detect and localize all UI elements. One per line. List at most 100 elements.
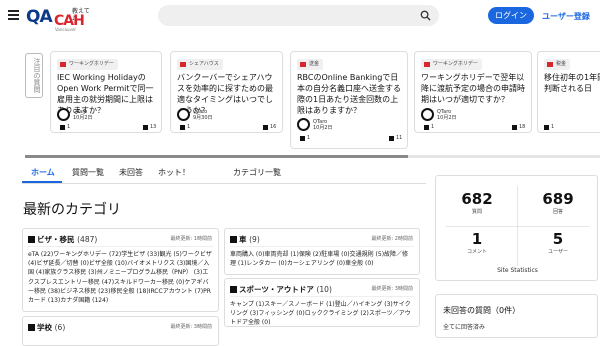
post-date: 9月30日 — [193, 115, 213, 121]
answer-icon — [180, 125, 185, 130]
last-updated: 最終更新: 2時間前 — [371, 236, 413, 242]
category-box: ビザ・移民 (487) 最終更新: 1時間前 eTA (22)ワーキングホリデー… — [22, 228, 219, 312]
category-title[interactable]: 車 (9) — [230, 234, 260, 245]
divider — [446, 226, 589, 227]
answer-count: 1 — [187, 124, 191, 130]
stat-label: 回答 — [552, 209, 563, 215]
category-tag[interactable]: シェアハウス — [177, 59, 223, 70]
category-tag[interactable]: ワーキングホリデー — [57, 59, 118, 70]
stat-value: 682 — [461, 190, 493, 208]
featured-card[interactable]: 税金 移住初年の1年間のみ居住者と判断される日 1 — [537, 51, 600, 133]
unanswered-status: 全てに回答済み — [443, 324, 486, 331]
flag-icon — [547, 62, 553, 67]
flag-icon — [180, 62, 186, 67]
last-updated: 最終更新: 3時間前 — [371, 286, 413, 292]
category-box: 学校 (6) 最終更新: 3時間前 — [22, 316, 219, 346]
category-title[interactable]: スポーツ・アウトドア (10) — [230, 284, 332, 295]
view-count: 18 — [519, 124, 526, 130]
answer-count: 1 — [431, 124, 435, 130]
avatar — [421, 108, 434, 121]
answer-icon — [300, 136, 305, 141]
featured-card[interactable]: 送金 RBCのOnline Bankingで日本の自分名義口座へ送金する際の1日… — [290, 51, 408, 149]
tab-home[interactable]: ホーム — [31, 167, 55, 178]
view-icon — [263, 125, 268, 130]
category-title[interactable]: ビザ・移民 (487) — [28, 234, 97, 245]
logo-main: QA — [26, 7, 53, 27]
view-icon — [512, 125, 517, 130]
stat-value: 689 — [542, 190, 574, 208]
last-updated: 最終更新: 3時間前 — [170, 324, 212, 330]
subcategory-list[interactable]: 車両購入 (0)車両売却 (1)保険 (2)駐車場 (0)交通規則 (5)故障／… — [230, 250, 414, 268]
search-icon[interactable] — [420, 10, 431, 21]
flag-icon — [300, 62, 306, 67]
site-logo[interactable]: QA CAH 教えて♪ Vancouver — [26, 5, 92, 32]
answer-count: 1 — [67, 124, 71, 130]
subcategory-list[interactable]: eTA (22)ワーキングホリデー (72)学生ビザ (33)観光 (5)ワーク… — [28, 250, 213, 305]
avatar — [177, 108, 190, 121]
search-input[interactable] — [158, 5, 439, 26]
logo-tagline: 教えて♪ — [72, 8, 90, 22]
stat-label: コメント — [466, 249, 487, 255]
category-tag[interactable]: 税金 — [544, 59, 571, 70]
stat-comments: 1 コメント — [444, 231, 510, 255]
featured-card[interactable]: シェアハウス バンクーバーでシェアハウスを効率的に探すための最適なタイミングはい… — [170, 51, 283, 133]
flag-icon — [424, 62, 430, 67]
login-button[interactable]: ログイン — [488, 7, 534, 24]
view-count: 11 — [396, 135, 403, 141]
post-date: 10月2日 — [313, 125, 333, 131]
category-marker-icon — [28, 236, 35, 243]
tab-divider — [22, 183, 426, 184]
subcategory-list[interactable]: キャンプ (1)スキー／スノーボード (1)登山／ハイキング (3)サイクリング… — [230, 300, 414, 326]
question-title[interactable]: ワーキングホリデーで翌年以降に渡航予定の場合の申請時期はいつが適切ですか？ — [421, 72, 526, 105]
stats-caption: Site Statistics — [497, 267, 538, 274]
question-title[interactable]: バンクーバーでシェアハウスを効率的に探すための最適なタイミングはいつでしょうか？ — [177, 72, 277, 116]
answer-icon — [544, 125, 549, 130]
avatar — [57, 108, 70, 121]
scrollbar-thumb[interactable] — [25, 155, 408, 158]
category-tag[interactable]: ワーキングホリデー — [421, 59, 482, 70]
answer-count: 1 — [551, 124, 555, 130]
category-title[interactable]: 学校 (6) — [28, 322, 65, 333]
category-marker-icon — [230, 236, 237, 243]
avatar — [297, 118, 310, 131]
divider — [230, 246, 414, 247]
unanswered-panel: 未回答の質問（0件） 全てに回答済み — [435, 294, 598, 338]
menu-icon[interactable] — [8, 10, 19, 21]
register-link[interactable]: ユーザー登録 — [542, 11, 590, 22]
featured-scrollbar[interactable] — [25, 155, 600, 158]
tab-questions[interactable]: 質問一覧 — [72, 167, 104, 178]
featured-card[interactable]: ワーキングホリデー IEC Working HolidayのOpen Work … — [50, 51, 162, 133]
answer-count: 1 — [307, 135, 311, 141]
post-date: 10月2日 — [437, 115, 457, 121]
divider — [28, 246, 213, 247]
category-tag[interactable]: 送金 — [297, 59, 324, 70]
featured-card[interactable]: ワーキングホリデー ワーキングホリデーで翌年以降に渡航予定の場合の申請時期はいつ… — [414, 51, 532, 133]
question-title[interactable]: RBCのOnline Bankingで日本の自分名義口座へ送金する際の1日あたり… — [297, 72, 402, 116]
divider — [230, 296, 414, 297]
stat-label: 質問 — [471, 209, 482, 215]
answer-icon — [60, 125, 65, 130]
logo-subtitle: Vancouver — [55, 27, 77, 32]
unanswered-title[interactable]: 未回答の質問（0件） — [443, 305, 520, 316]
question-title[interactable]: 移住初年の1年間のみ居住者と判断される日 — [544, 72, 600, 94]
view-count: 13 — [150, 124, 157, 130]
question-title[interactable]: IEC Working HolidayのOpen Work Permitで同一雇… — [57, 72, 156, 116]
view-icon — [389, 136, 394, 141]
answer-icon — [424, 125, 429, 130]
stat-answers: 689 回答 — [525, 191, 591, 215]
flag-icon — [60, 62, 66, 67]
post-date: 10月2日 — [73, 115, 93, 121]
category-box: スポーツ・アウトドア (10) 最終更新: 3時間前 キャンプ (1)スキー／ス… — [224, 278, 420, 327]
tab-unanswered[interactable]: 未回答 — [119, 167, 143, 178]
category-marker-icon — [230, 286, 237, 293]
featured-label: 注目の質問 — [25, 53, 43, 98]
site-statistics: 682 質問 689 回答 1 コメント 5 ユーザー Site Statist… — [435, 175, 598, 281]
stat-questions: 682 質問 — [444, 191, 510, 215]
tab-categories[interactable]: カテゴリ一覧 — [233, 167, 281, 178]
stat-label: ユーザー — [548, 249, 568, 255]
stat-value: 5 — [552, 230, 564, 248]
tab-hot[interactable]: ホット！ — [158, 167, 190, 178]
category-box: 車 (9) 最終更新: 2時間前 車両購入 (0)車両売却 (1)保険 (2)駐… — [224, 228, 420, 275]
view-icon — [143, 125, 148, 130]
stat-value: 1 — [471, 230, 483, 248]
